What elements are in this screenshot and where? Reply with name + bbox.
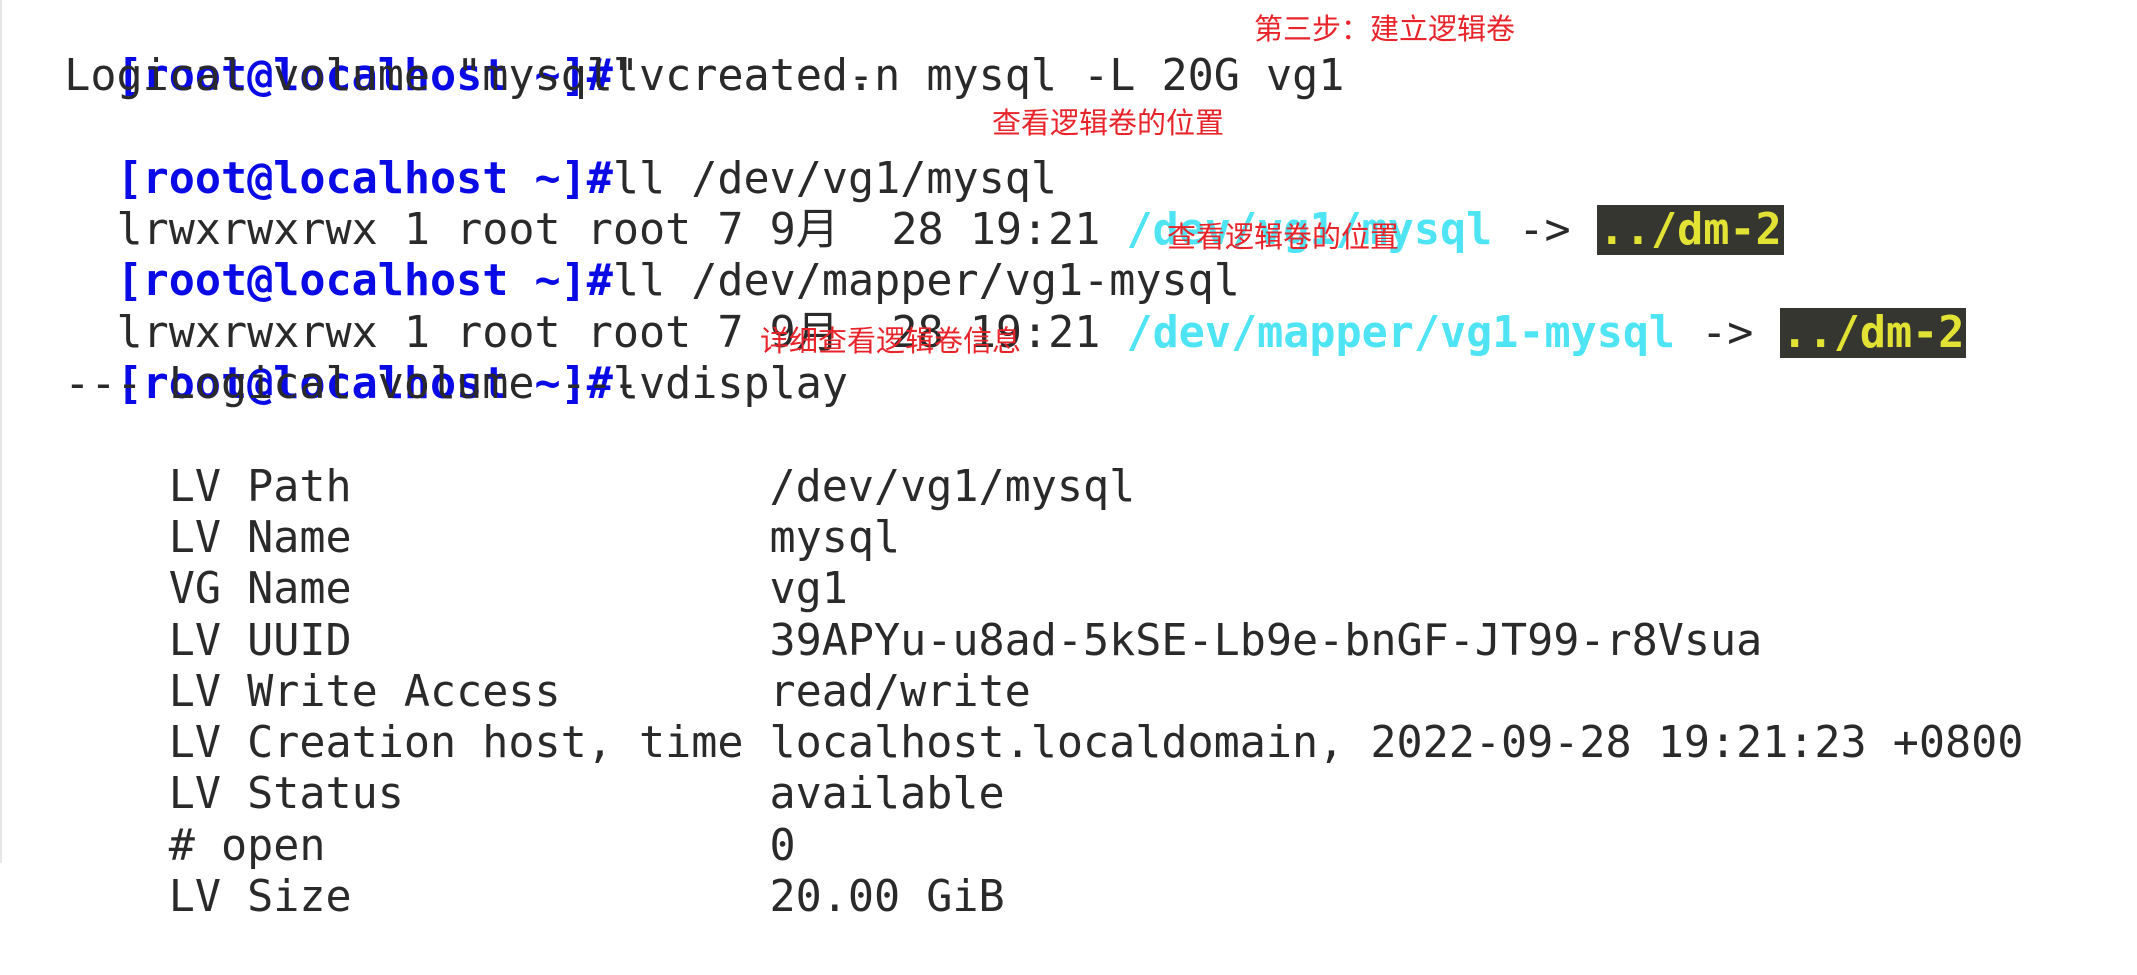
lv-field-row: LV Size 20.00 GiB bbox=[12, 821, 1005, 922]
lv-field-row: LV UUID 39APYu-u8ad-5kSE-Lb9e-bnGF-JT99-r… bbox=[12, 564, 1762, 666]
output-line-symlink: lrwxrwxrwx 1 root root 7 9月 28 19:21 /de… bbox=[12, 257, 1967, 358]
annotation-view-location: 查看逻辑卷的位置 bbox=[1167, 220, 1400, 254]
terminal-window[interactable]: [root@localhost ~]#lvcreate -n mysql -L … bbox=[0, 0, 2137, 922]
command-text: lvdisplay bbox=[612, 359, 848, 410]
symlink-arrow: -> bbox=[1675, 307, 1780, 358]
annotation-view-detail: 详细查看逻辑卷信息 bbox=[760, 324, 1022, 358]
command-line-ll-mapper: [root@localhost ~]#ll /dev/mapper/vg1-my… bbox=[12, 205, 1240, 306]
command-line-lvdisplay: [root@localhost ~]#lvdisplay bbox=[12, 308, 848, 409]
lv-section-header: --- Logical volume --- bbox=[12, 359, 639, 410]
output-line: Logical volume "mysql" created. bbox=[12, 51, 875, 102]
command-line-lvcreate: [root@localhost ~]#lvcreate -n mysql -L … bbox=[12, 0, 1345, 101]
lv-field-row: # open 0 bbox=[12, 770, 796, 871]
lv-field-row: LV Status available bbox=[12, 718, 1005, 819]
command-line-ll-vg1: [root@localhost ~]#ll /dev/vg1/mysql bbox=[12, 103, 1057, 204]
symlink-target: ../dm-2 bbox=[1779, 307, 1967, 358]
lv-field-row: LV Write Access read/write bbox=[12, 616, 1031, 717]
symlink-target: ../dm-2 bbox=[1596, 205, 1784, 256]
lv-field-row: LV Name mysql bbox=[12, 462, 900, 563]
annotation-step3: 第三步：建立逻辑卷 bbox=[1254, 12, 1516, 46]
field-value: available bbox=[769, 769, 1005, 820]
field-value: 20.00 GiB bbox=[769, 872, 1005, 923]
output-line-symlink: lrwxrwxrwx 1 root root 7 9月 28 19:21 /de… bbox=[12, 154, 1784, 256]
symlink-arrow: -> bbox=[1492, 205, 1597, 256]
symlink-path: /dev/mapper/vg1-mysql bbox=[1126, 307, 1676, 358]
field-key: LV Size bbox=[116, 872, 352, 923]
annotation-view-location: 查看逻辑卷的位置 bbox=[992, 106, 1225, 140]
lv-field-row: LV Creation host, time localhost.localdom… bbox=[12, 667, 2024, 768]
lv-field-row: LV Path/dev/vg1/mysql bbox=[12, 410, 1136, 512]
lv-field-row: VG Name vg1 bbox=[12, 513, 848, 614]
